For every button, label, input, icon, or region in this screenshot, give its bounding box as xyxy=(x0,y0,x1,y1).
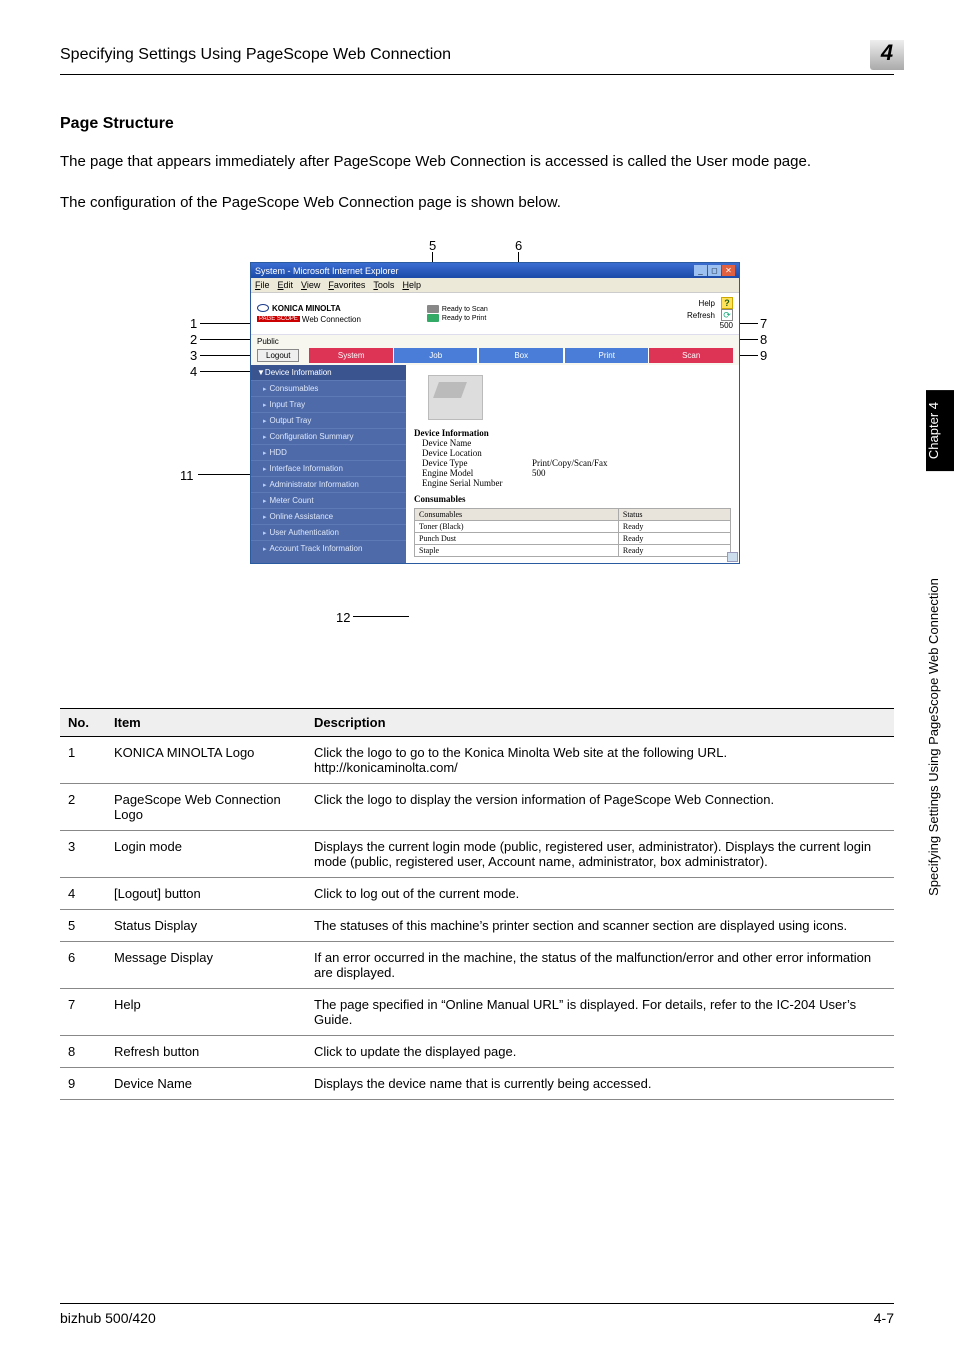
table-row: 5Status DisplayThe statuses of this mach… xyxy=(60,910,894,942)
help-label: Help xyxy=(699,299,715,308)
consumables-table: ConsumablesStatus Toner (Black)Ready Pun… xyxy=(414,508,731,557)
km-logo[interactable]: KONICA MINOLTA xyxy=(257,304,361,313)
col-item: Item xyxy=(106,709,306,737)
table-row: 4[Logout] buttonClick to log out of the … xyxy=(60,878,894,910)
sidemenu-interface-info[interactable]: Interface Information xyxy=(251,460,406,476)
table-row: Toner (Black)Ready xyxy=(415,521,731,533)
table-row: StapleReady xyxy=(415,545,731,557)
callout-11: 11 xyxy=(180,468,194,483)
refresh-label: Refresh xyxy=(687,311,715,320)
side-menu: ▼Device Information Consumables Input Tr… xyxy=(251,365,406,563)
window-controls[interactable]: _◻✕ xyxy=(693,265,735,276)
window-titlebar: System - Microsoft Internet Explorer _◻✕ xyxy=(251,263,739,278)
sidemenu-consumables[interactable]: Consumables xyxy=(251,380,406,396)
sidemenu-input-tray[interactable]: Input Tray xyxy=(251,396,406,412)
menu-favorites[interactable]: Favorites xyxy=(328,280,365,290)
table-row: 9Device NameDisplays the device name tha… xyxy=(60,1068,894,1100)
table-row: 1KONICA MINOLTA LogoClick the logo to go… xyxy=(60,737,894,784)
tab-system[interactable]: System xyxy=(309,348,393,363)
sidemenu-header: ▼Device Information xyxy=(251,365,406,380)
menu-tools[interactable]: Tools xyxy=(373,280,394,290)
sidemenu-user-auth[interactable]: User Authentication xyxy=(251,524,406,540)
printer-icon xyxy=(427,314,439,322)
tab-box[interactable]: Box xyxy=(478,348,564,363)
pwc-badge-icon: PAGE SCOPE xyxy=(257,316,300,322)
window-title: System - Microsoft Internet Explorer xyxy=(255,266,399,276)
logout-button[interactable]: Logout xyxy=(257,349,299,362)
paragraph-1: The page that appears immediately after … xyxy=(60,151,894,174)
col-no: No. xyxy=(60,709,106,737)
table-row: Punch DustReady xyxy=(415,533,731,545)
table-row: 2PageScope Web Connection LogoClick the … xyxy=(60,784,894,831)
minimize-icon[interactable]: _ xyxy=(694,265,707,276)
section-heading: Page Structure xyxy=(60,115,894,133)
table-row: 3Login modeDisplays the current login mo… xyxy=(60,831,894,878)
footer-left: bizhub 500/420 xyxy=(60,1310,156,1326)
sidemenu-admin-info[interactable]: Administrator Information xyxy=(251,476,406,492)
diagram: 5 6 1 2 3 4 10 7 8 9 11 12 System - M xyxy=(60,238,894,668)
scrollbar-icon[interactable] xyxy=(727,552,738,562)
side-tab: Chapter 4 Specifying Settings Using Page… xyxy=(926,390,954,1010)
devinfo-heading: Device Information xyxy=(414,428,731,438)
tab-scan[interactable]: Scan xyxy=(649,348,733,363)
footer: bizhub 500/420 4-7 xyxy=(60,1303,894,1326)
ie-window: System - Microsoft Internet Explorer _◻✕… xyxy=(250,262,740,564)
sidemenu-meter-count[interactable]: Meter Count xyxy=(251,492,406,508)
menu-file[interactable]: File xyxy=(255,280,270,290)
col-desc: Description xyxy=(306,709,894,737)
consumables-heading: Consumables xyxy=(414,494,731,504)
close-icon[interactable]: ✕ xyxy=(722,265,735,276)
sidemenu-hdd[interactable]: HDD xyxy=(251,444,406,460)
pwc-logo[interactable]: PAGE SCOPE Web Connection xyxy=(257,315,361,324)
callouts-left: 1 2 3 4 xyxy=(190,316,197,380)
chapter-badge: 4 xyxy=(870,40,904,70)
content-pane: Device Information Device Name Device Lo… xyxy=(406,365,739,563)
ie-menubar[interactable]: File Edit View Favorites Tools Help xyxy=(251,278,739,293)
paragraph-2: The configuration of the PageScope Web C… xyxy=(60,192,894,215)
side-tab-chapter: Chapter 4 xyxy=(926,390,954,471)
tab-job[interactable]: Job xyxy=(393,348,479,363)
callout-5: 5 xyxy=(429,238,436,253)
refresh-icon[interactable]: ⟳ xyxy=(721,309,733,321)
menu-edit[interactable]: Edit xyxy=(278,280,294,290)
callout-12: 12 xyxy=(336,610,350,625)
table-row: 8Refresh buttonClick to update the displ… xyxy=(60,1036,894,1068)
sidemenu-online-assistance[interactable]: Online Assistance xyxy=(251,508,406,524)
sidemenu-account-track[interactable]: Account Track Information xyxy=(251,540,406,556)
km-oval-icon xyxy=(257,304,269,312)
callout-6: 6 xyxy=(515,238,522,253)
menu-help[interactable]: Help xyxy=(402,280,421,290)
device-name: 500 xyxy=(687,321,733,330)
footer-right: 4-7 xyxy=(874,1310,894,1326)
running-title: Specifying Settings Using PageScope Web … xyxy=(60,46,451,64)
help-icon[interactable]: ? xyxy=(721,297,733,309)
tab-print[interactable]: Print xyxy=(564,348,650,363)
sidemenu-output-tray[interactable]: Output Tray xyxy=(251,412,406,428)
table-row: 6Message DisplayIf an error occurred in … xyxy=(60,942,894,989)
description-table: No. Item Description 1KONICA MINOLTA Log… xyxy=(60,708,894,1100)
menu-view[interactable]: View xyxy=(301,280,320,290)
table-row: 7HelpThe page specified in “Online Manua… xyxy=(60,989,894,1036)
login-mode: Public xyxy=(257,337,279,346)
scanner-icon xyxy=(427,305,439,313)
side-tab-title: Specifying Settings Using PageScope Web … xyxy=(926,471,954,1010)
callouts-right: 7 8 9 xyxy=(760,316,767,364)
device-image-icon xyxy=(428,375,483,420)
status-display: Ready to Scan Ready to Print xyxy=(427,305,488,322)
sidemenu-config-summary[interactable]: Configuration Summary xyxy=(251,428,406,444)
maximize-icon[interactable]: ◻ xyxy=(708,265,721,276)
